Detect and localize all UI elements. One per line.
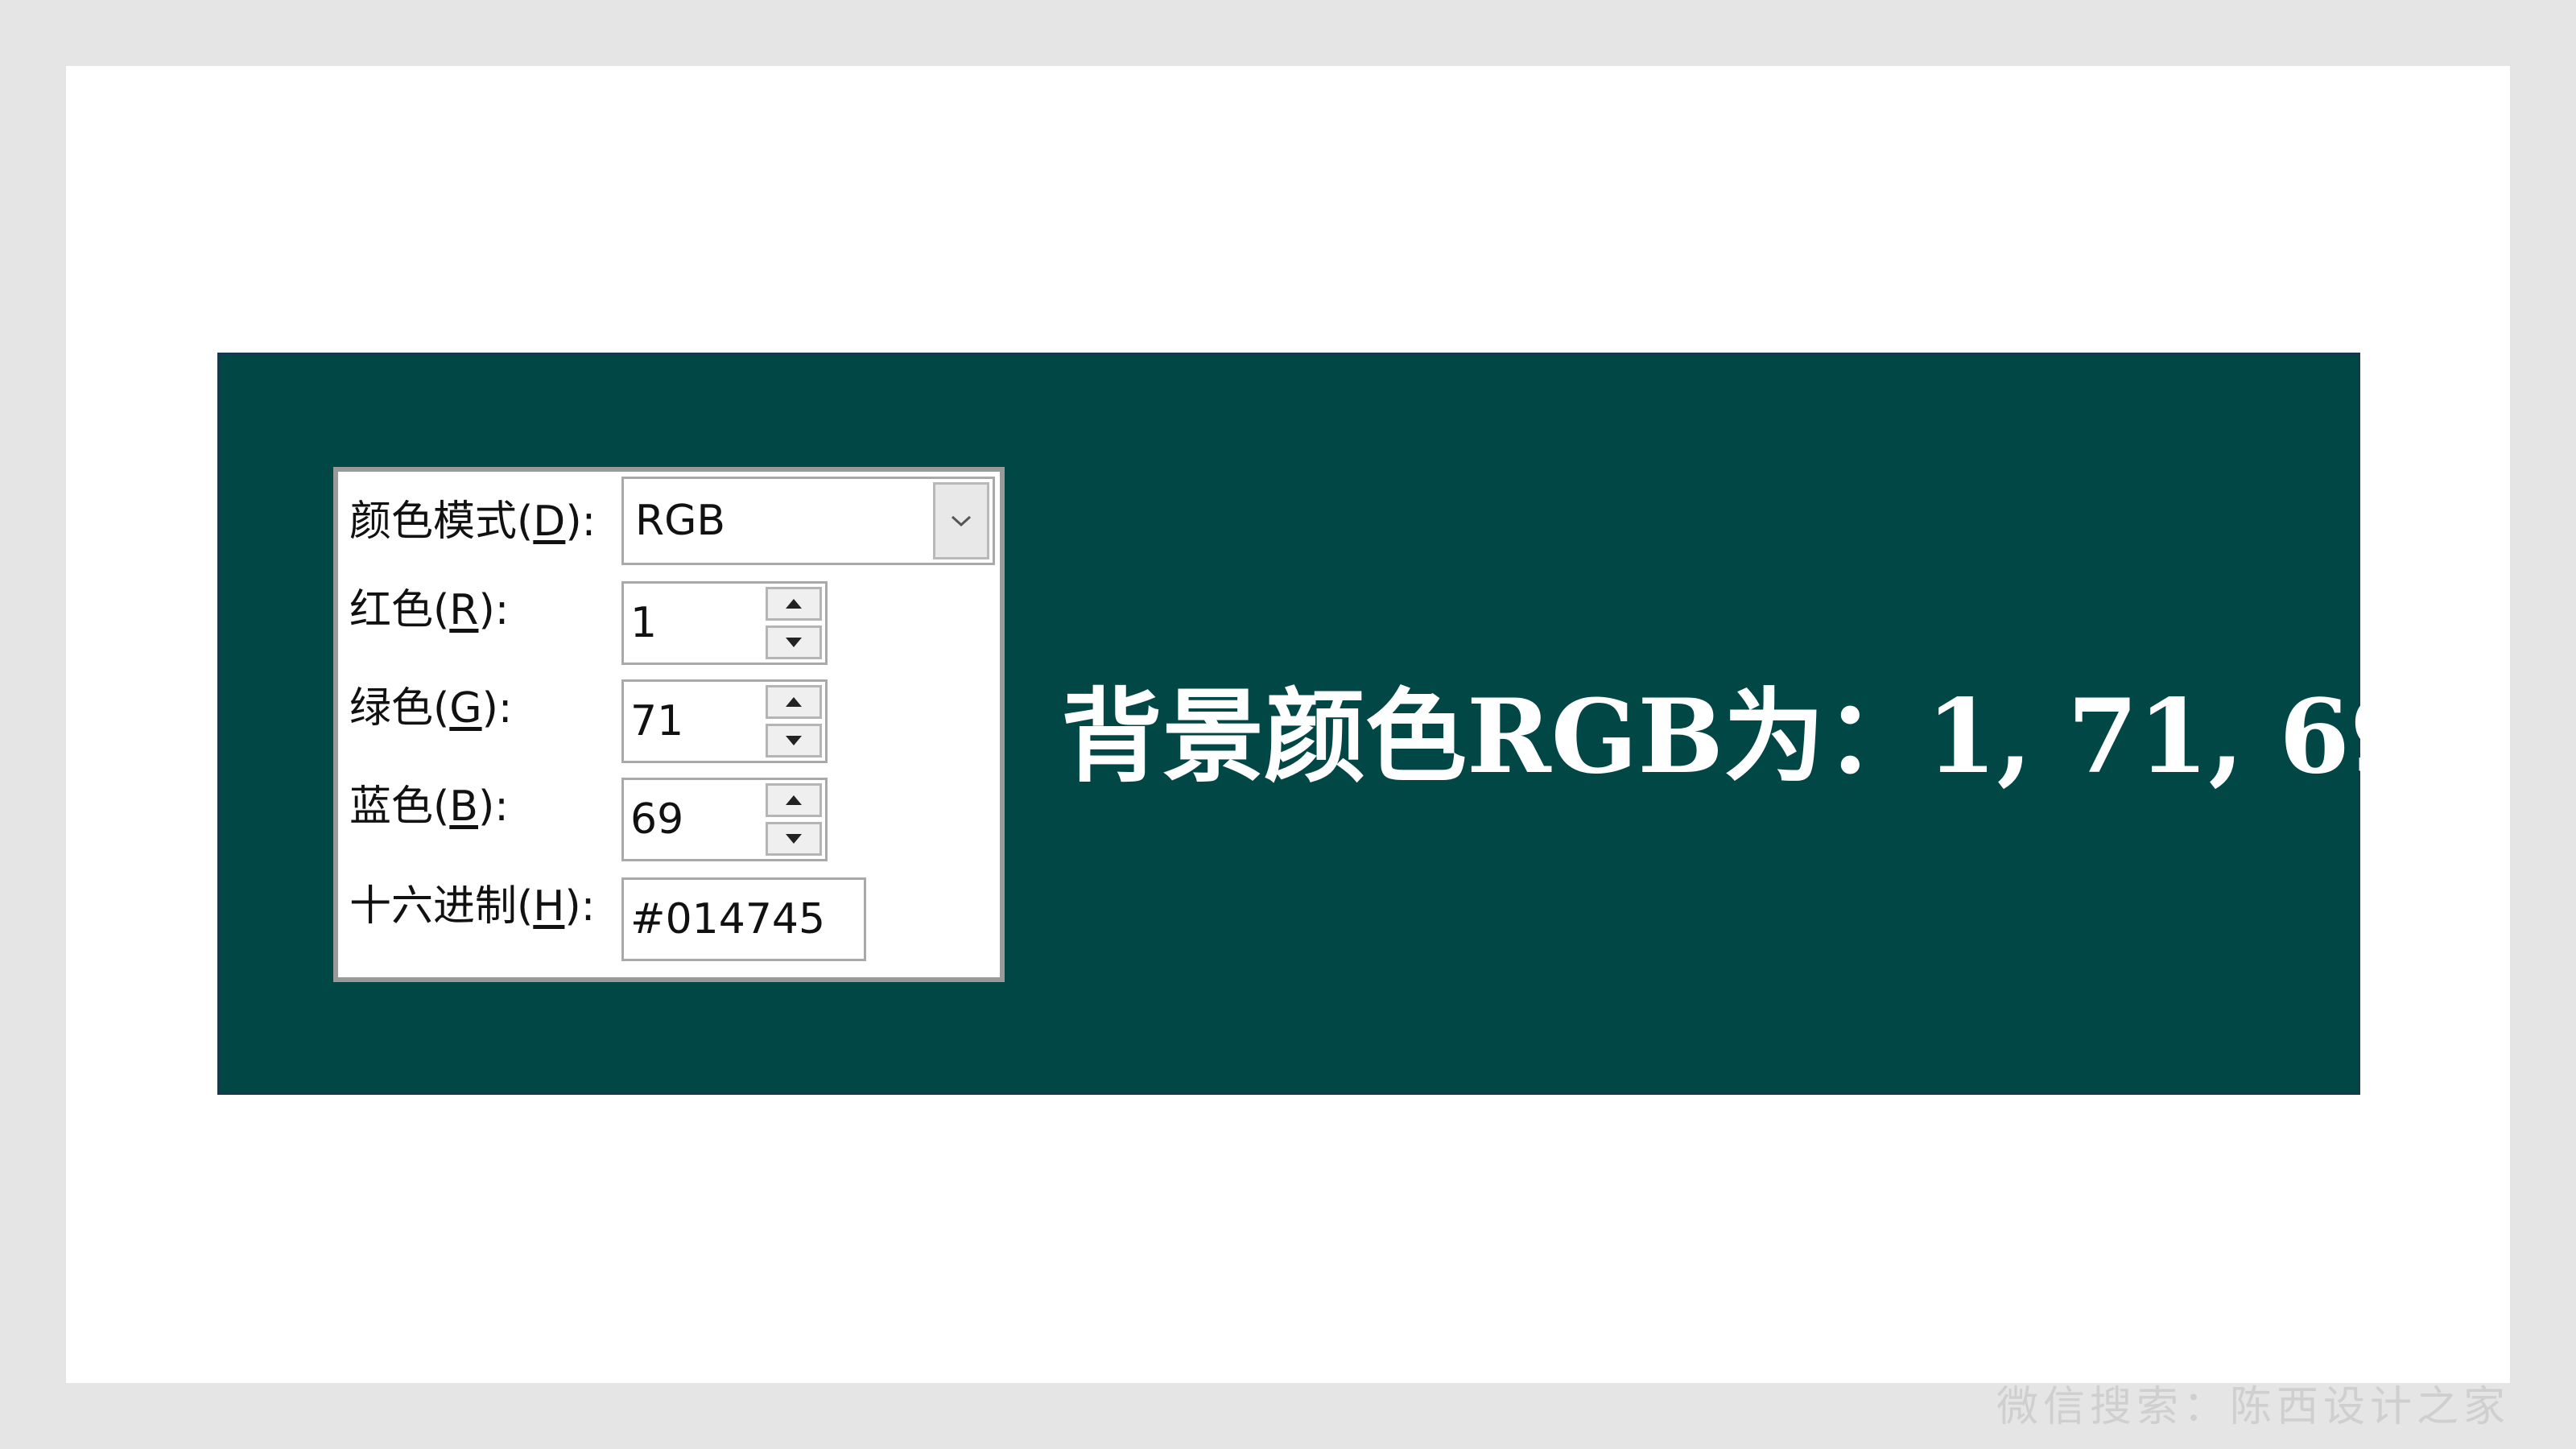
triangle-down-icon (786, 736, 802, 745)
green-label: 绿色(G): (349, 687, 512, 729)
hex-accesskey: H (533, 882, 565, 931)
red-decrement-button[interactable] (766, 625, 822, 659)
hex-label: 十六进制(H): (349, 886, 595, 927)
green-label-suffix: ): (481, 684, 513, 733)
triangle-up-icon (786, 795, 802, 805)
headline-rgb-text: 背景颜色RGB为：1, 71, 69 (1061, 677, 2421, 796)
triangle-down-icon (786, 638, 802, 647)
red-value: 1 (630, 599, 658, 647)
color-mode-label: 颜色模式(D): (349, 501, 596, 543)
hex-label-prefix: 十六进制( (349, 882, 534, 931)
color-mode-select[interactable]: RGB (621, 477, 995, 565)
color-mode-value: RGB (635, 497, 726, 545)
green-input[interactable]: 71 (621, 679, 828, 763)
green-label-prefix: 绿色( (349, 684, 450, 733)
triangle-up-icon (786, 697, 802, 707)
hex-label-suffix: ): (564, 882, 596, 931)
blue-accesskey: B (449, 782, 478, 831)
hex-value: #014745 (630, 895, 826, 943)
triangle-up-icon (786, 599, 802, 609)
color-mode-dropdown-button[interactable] (933, 482, 989, 559)
hex-input[interactable]: #014745 (621, 877, 866, 961)
watermark-text: 微信搜索：陈西设计之家 (1996, 1383, 2510, 1431)
chevron-down-icon (951, 515, 972, 527)
red-label: 红色(R): (349, 589, 509, 631)
blue-decrement-button[interactable] (766, 822, 822, 856)
blue-input[interactable]: 69 (621, 778, 828, 861)
green-accesskey: G (449, 684, 482, 733)
blue-label-suffix: ): (477, 782, 509, 831)
color-mode-label-prefix: 颜色模式( (349, 497, 534, 546)
blue-label-prefix: 蓝色( (349, 782, 450, 831)
triangle-down-icon (786, 834, 802, 844)
blue-value: 69 (630, 795, 684, 844)
red-label-prefix: 红色( (349, 586, 450, 634)
color-picker-dialog: 颜色模式(D): RGB 红色(R): 1 绿色(G): 71 蓝色(B): 6… (333, 467, 1005, 982)
red-input[interactable]: 1 (621, 581, 828, 665)
green-increment-button[interactable] (766, 685, 822, 719)
blue-increment-button[interactable] (766, 783, 822, 817)
blue-label: 蓝色(B): (349, 786, 509, 828)
red-accesskey: R (449, 586, 479, 634)
red-increment-button[interactable] (766, 587, 822, 621)
green-decrement-button[interactable] (766, 724, 822, 758)
red-label-suffix: ): (478, 586, 510, 634)
green-value: 71 (630, 697, 684, 745)
color-mode-label-suffix: ): (565, 497, 597, 546)
color-mode-accesskey: D (533, 497, 566, 546)
